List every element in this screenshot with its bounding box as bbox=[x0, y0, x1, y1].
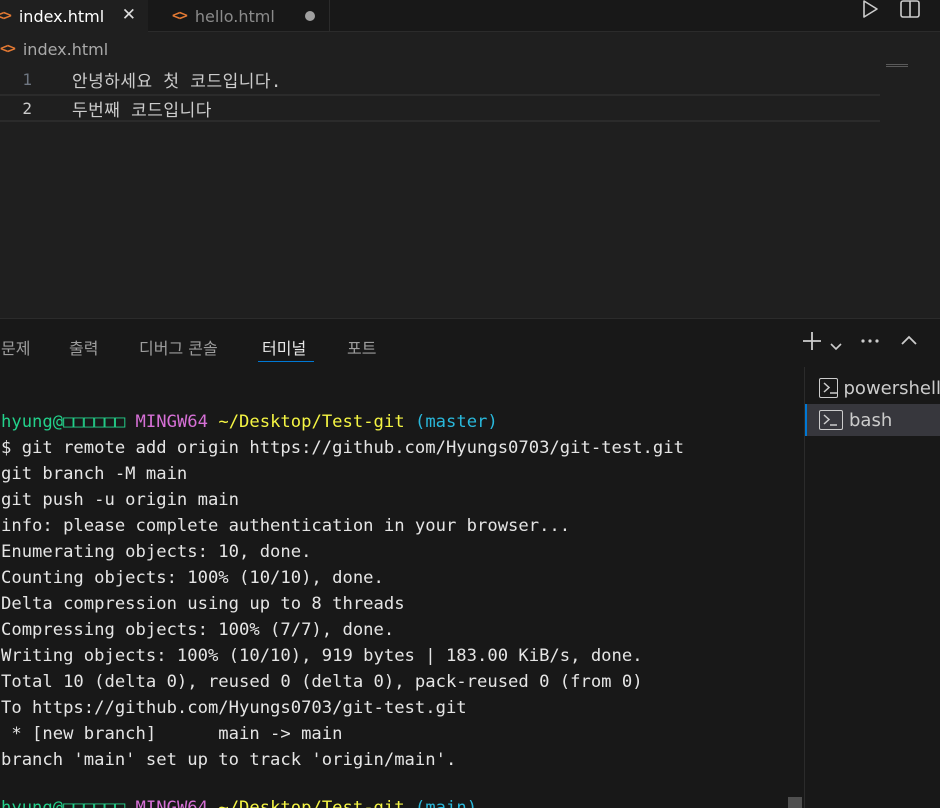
close-icon[interactable]: ✕ bbox=[122, 5, 136, 25]
breadcrumb: <> index.html bbox=[0, 37, 108, 61]
run-button[interactable] bbox=[860, 0, 880, 20]
active-tab-indicator bbox=[258, 361, 314, 362]
editor-line[interactable]: 1 안녕하세요 첫 코드입니다. bbox=[0, 65, 880, 93]
panel-tab-bar: 문제 출력 디버그 콘솔 터미널 포트 bbox=[0, 319, 800, 367]
terminal-line: Delta compression using up to 8 threads bbox=[1, 594, 405, 614]
code-editor[interactable]: 1 안녕하세요 첫 코드입니다. 2 두번째 코드입니다 bbox=[0, 64, 940, 318]
terminal-prompt: hyung@□□□□□□ MINGW64 ~/Desktop/Test-git … bbox=[1, 409, 498, 435]
prompt-path: ~/Desktop/Test-git bbox=[218, 412, 405, 432]
prompt-branch: (master) bbox=[414, 412, 498, 432]
terminal-line: branch 'main' set up to track 'origin/ma… bbox=[1, 750, 457, 770]
more-actions-button[interactable] bbox=[860, 331, 880, 356]
terminal-item-powershell[interactable]: powershell bbox=[805, 372, 940, 404]
split-editor-icon bbox=[900, 0, 920, 18]
prompt-branch: (main) bbox=[414, 798, 478, 808]
html-file-icon: <> bbox=[0, 41, 16, 57]
terminal-line: git push -u origin main bbox=[1, 490, 239, 510]
chevron-down-icon bbox=[830, 343, 842, 351]
terminal-icon bbox=[819, 378, 838, 398]
line-text: 두번째 코드입니다 bbox=[72, 100, 212, 121]
tab-label: index.html bbox=[18, 6, 105, 26]
play-icon bbox=[863, 0, 878, 18]
breadcrumb-file[interactable]: index.html bbox=[23, 40, 108, 59]
tab-ports[interactable]: 포트 bbox=[347, 335, 376, 359]
tab-terminal[interactable]: 터미널 bbox=[262, 335, 306, 359]
terminal-line: git branch -M main bbox=[1, 464, 188, 484]
prompt-system: MINGW64 bbox=[135, 412, 208, 432]
maximize-panel-button[interactable] bbox=[900, 331, 918, 355]
unsaved-dot-icon[interactable] bbox=[305, 11, 315, 21]
html-file-icon: <> bbox=[172, 8, 188, 24]
terminal-prompt: hyung@□□□□□□ MINGW64 ~/Desktop/Test-git … bbox=[1, 795, 477, 808]
minimap[interactable] bbox=[886, 64, 908, 68]
line-number: 1 bbox=[22, 69, 32, 89]
ellipsis-icon bbox=[861, 339, 879, 343]
terminal-scrollbar[interactable] bbox=[788, 797, 802, 808]
tab-debug-console[interactable]: 디버그 콘솔 bbox=[139, 335, 218, 359]
terminal-line: info: please complete authentication in … bbox=[1, 516, 571, 536]
editor-line-current[interactable]: 2 두번째 코드입니다 bbox=[0, 94, 880, 122]
terminal-line: Enumerating objects: 10, done. bbox=[1, 542, 312, 562]
line-number: 2 bbox=[22, 98, 32, 118]
terminal-line: * [new branch] main -> main bbox=[1, 724, 343, 744]
terminal-list: powershell bash bbox=[804, 367, 940, 808]
terminal-line: Compressing objects: 100% (7/7), done. bbox=[1, 620, 395, 640]
tab-output[interactable]: 출력 bbox=[69, 335, 98, 359]
terminal-line: $ git remote add origin https://github.c… bbox=[1, 438, 684, 458]
bottom-panel: 문제 출력 디버그 콘솔 터미널 포트 hyung@□□□□□□ MINGW64… bbox=[0, 318, 940, 808]
prompt-user: hyung@□□□□□□ bbox=[1, 412, 126, 432]
terminal-line: Counting objects: 100% (10/10), done. bbox=[1, 568, 384, 588]
terminal-item-bash[interactable]: bash bbox=[805, 404, 940, 436]
terminal-line: Writing objects: 100% (10/10), 919 bytes… bbox=[1, 646, 643, 666]
terminal-line: Total 10 (delta 0), reused 0 (delta 0), … bbox=[1, 672, 643, 692]
plus-icon bbox=[803, 332, 821, 350]
chevron-up-icon bbox=[901, 335, 917, 345]
editor-tab-bar: <> index.html ✕ <> hello.html bbox=[0, 0, 940, 32]
terminal-output[interactable]: hyung@□□□□□□ MINGW64 ~/Desktop/Test-git … bbox=[0, 367, 804, 808]
terminal-icon bbox=[819, 410, 843, 430]
line-text: 안녕하세요 첫 코드입니다. bbox=[72, 71, 282, 92]
prompt-system: MINGW64 bbox=[135, 798, 208, 808]
terminal-item-label: powershell bbox=[843, 377, 940, 399]
tab-hello-html[interactable]: <> hello.html bbox=[150, 0, 330, 32]
tab-index-html[interactable]: <> index.html ✕ bbox=[0, 0, 148, 32]
terminal-profile-dropdown[interactable] bbox=[830, 333, 842, 357]
terminal-item-label: bash bbox=[849, 409, 893, 431]
tab-label: hello.html bbox=[194, 6, 275, 26]
html-file-icon: <> bbox=[0, 8, 12, 24]
prompt-user: hyung@□□□□□□ bbox=[1, 798, 126, 808]
tab-problems[interactable]: 문제 bbox=[1, 335, 30, 359]
terminal-line: To https://github.com/Hyungs0703/git-tes… bbox=[1, 698, 467, 718]
prompt-path: ~/Desktop/Test-git bbox=[218, 798, 405, 808]
split-editor-button[interactable] bbox=[900, 0, 920, 20]
new-terminal-button[interactable] bbox=[802, 331, 822, 356]
